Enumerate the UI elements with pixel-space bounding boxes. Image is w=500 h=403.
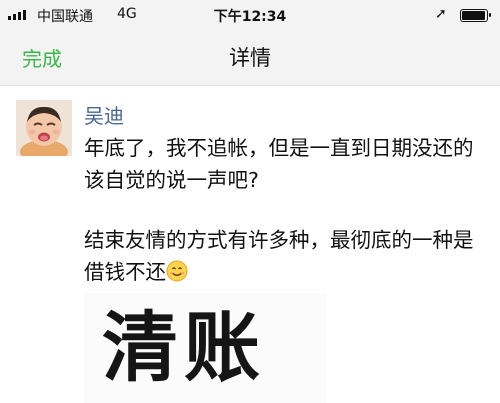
smile-emoji-icon bbox=[166, 259, 188, 291]
post-paragraph-1: 年底了，我不追帐，但是一直到日期没还的该自觉的说一声吧? bbox=[84, 136, 474, 192]
post-image[interactable]: 清账 bbox=[84, 293, 326, 403]
page-title: 详情 bbox=[229, 46, 271, 70]
status-bar: 中国联通 4G 下午12:34 ➚ bbox=[0, 0, 500, 30]
battery-icon bbox=[460, 9, 491, 22]
post-paragraph-2: 结束友情的方式有许多种，最彻底的一种是借钱不还 bbox=[84, 224, 484, 291]
post-image-text: 清账 bbox=[102, 303, 266, 392]
status-time: 下午12:34 bbox=[213, 9, 287, 25]
post-paragraph-2-text: 结束友情的方式有许多种，最彻底的一种是借钱不还 bbox=[84, 228, 474, 284]
avatar-baby-image bbox=[16, 100, 72, 156]
post-text: 年底了，我不追帐，但是一直到日期没还的该自觉的说一声吧? 结束友情的方式有许多种… bbox=[84, 132, 484, 291]
post-detail: 吴迪 年底了，我不追帐，但是一直到日期没还的该自觉的说一声吧? 结束友情的方式有… bbox=[0, 86, 500, 403]
location-arrow-icon: ➚ bbox=[435, 6, 447, 22]
navigation-bar: 完成 详情 bbox=[0, 30, 500, 86]
avatar[interactable] bbox=[16, 100, 72, 156]
author-name[interactable]: 吴迪 bbox=[84, 100, 124, 129]
battery-fill bbox=[462, 11, 485, 20]
